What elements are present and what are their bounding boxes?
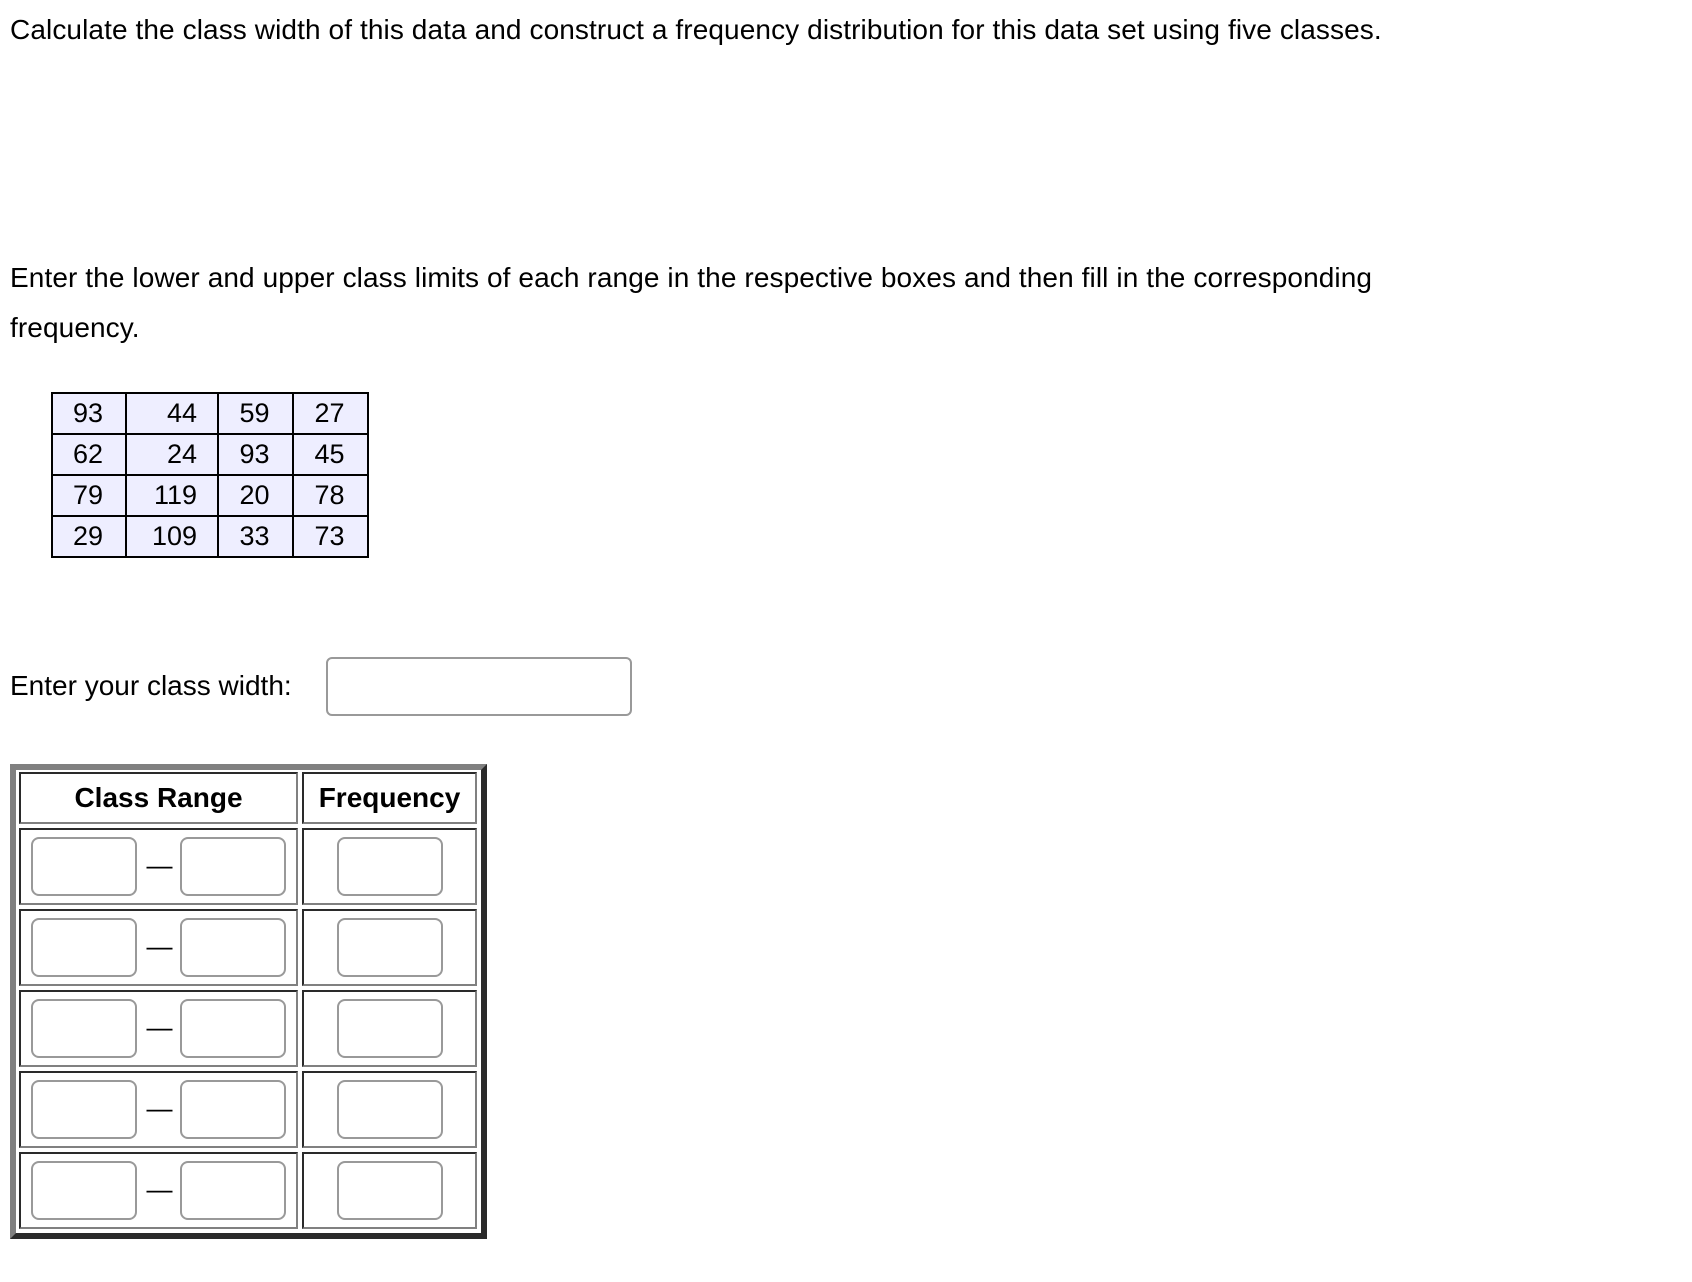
class-width-input[interactable] xyxy=(326,657,632,716)
class-row: — xyxy=(19,1071,477,1148)
frequency-cell xyxy=(302,909,477,986)
class-width-label: Enter your class width: xyxy=(10,670,292,701)
data-cell: 93 xyxy=(217,433,294,476)
frequency-header: Frequency xyxy=(302,772,477,824)
range-separator: — xyxy=(146,930,173,961)
data-cell: 79 xyxy=(51,474,127,517)
upper-limit-input[interactable] xyxy=(180,918,286,977)
class-row: — xyxy=(19,909,477,986)
range-separator: — xyxy=(146,1092,173,1123)
frequency-distribution-table-frame: Class Range Frequency — — — — — xyxy=(10,764,487,1239)
data-cell: 78 xyxy=(292,474,369,517)
data-row: 93 44 59 27 xyxy=(51,392,369,435)
frequency-cell xyxy=(302,828,477,905)
class-range-cell: — xyxy=(19,1071,298,1148)
class-range-cell: — xyxy=(19,828,298,905)
data-cell: 44 xyxy=(125,392,219,435)
lower-limit-input[interactable] xyxy=(31,1080,137,1139)
data-cell: 109 xyxy=(125,515,219,558)
data-cell: 62 xyxy=(51,433,127,476)
lower-limit-input[interactable] xyxy=(31,918,137,977)
data-cell: 33 xyxy=(217,515,294,558)
data-cell: 20 xyxy=(217,474,294,517)
lower-limit-input[interactable] xyxy=(31,837,137,896)
data-cell: 27 xyxy=(292,392,369,435)
data-row: 62 24 93 45 xyxy=(51,433,369,476)
class-range-cell: — xyxy=(19,990,298,1067)
frequency-input[interactable] xyxy=(336,1080,443,1139)
upper-limit-input[interactable] xyxy=(180,999,286,1058)
frequency-input[interactable] xyxy=(336,918,443,977)
frequency-input[interactable] xyxy=(336,837,443,896)
range-separator: — xyxy=(146,1011,173,1042)
class-range-cell: — xyxy=(19,909,298,986)
data-row: 79 119 20 78 xyxy=(51,474,369,517)
class-range-cell: — xyxy=(19,1152,298,1229)
frequency-input[interactable] xyxy=(336,1161,443,1220)
class-row: — xyxy=(19,990,477,1067)
upper-limit-input[interactable] xyxy=(180,837,286,896)
class-row: — xyxy=(19,1152,477,1229)
data-cell: 45 xyxy=(292,433,369,476)
data-cell: 59 xyxy=(217,392,294,435)
frequency-cell xyxy=(302,1152,477,1229)
instruction-paragraph-2: Enter the lower and upper class limits o… xyxy=(10,262,1373,343)
range-separator: — xyxy=(146,849,173,880)
data-cell: 73 xyxy=(292,515,369,558)
upper-limit-input[interactable] xyxy=(180,1080,286,1139)
instruction-paragraph-1: Calculate the class width of this data a… xyxy=(10,14,1382,45)
lower-limit-input[interactable] xyxy=(31,1161,137,1220)
data-cell: 29 xyxy=(51,515,127,558)
data-row: 29 109 33 73 xyxy=(51,515,369,558)
class-range-header: Class Range xyxy=(19,772,298,824)
lower-limit-input[interactable] xyxy=(31,999,137,1058)
data-cell: 24 xyxy=(125,433,219,476)
frequency-distribution-table: Class Range Frequency — — — — — xyxy=(15,768,481,1233)
range-separator: — xyxy=(146,1173,173,1204)
class-row: — xyxy=(19,828,477,905)
frequency-input[interactable] xyxy=(336,999,443,1058)
frequency-cell xyxy=(302,990,477,1067)
data-set-table: 93 44 59 27 62 24 93 45 79 119 20 78 29 … xyxy=(51,392,369,558)
header-row: Class Range Frequency xyxy=(19,772,477,824)
data-cell: 119 xyxy=(125,474,219,517)
data-cell: 93 xyxy=(51,392,127,435)
upper-limit-input[interactable] xyxy=(180,1161,286,1220)
frequency-cell xyxy=(302,1071,477,1148)
